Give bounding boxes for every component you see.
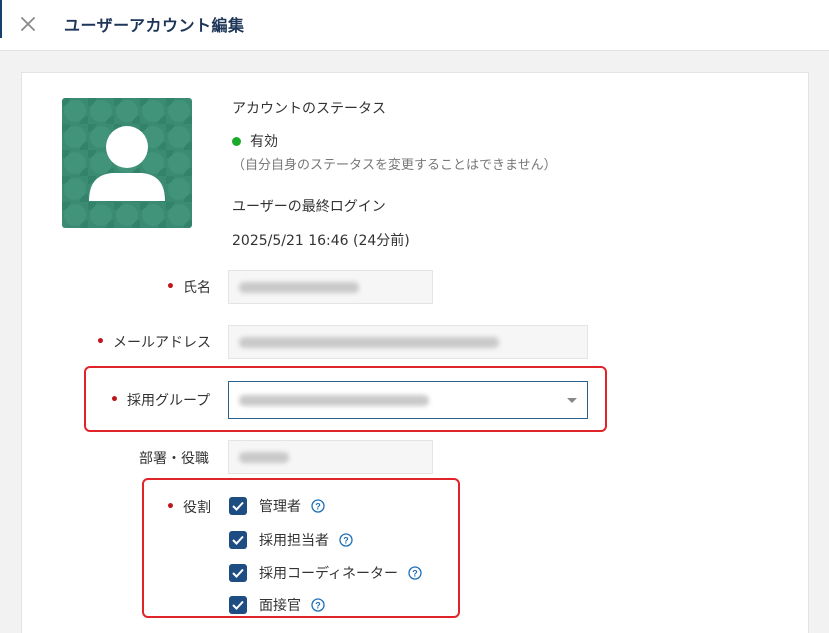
header-accent-strip: [0, 0, 2, 38]
status-value: 有効: [250, 134, 278, 150]
status-note: （自分自身のステータスを変更することはできません）: [232, 158, 557, 173]
group-select[interactable]: [228, 381, 588, 419]
last-login-heading: ユーザーの最終ログイン: [232, 199, 386, 215]
role-label: 管理者: [259, 499, 301, 515]
required-mark: •: [166, 499, 175, 515]
department-label-text: 部署・役職: [139, 451, 209, 467]
last-login-value: 2025/5/21 16:46 (24分前): [232, 233, 410, 249]
checkmark-icon: [232, 501, 244, 511]
role-label: 採用担当者: [259, 533, 329, 549]
page-title: ユーザーアカウント編集: [64, 16, 245, 35]
name-label-text: 氏名: [182, 280, 211, 296]
user-avatar-icon: [62, 98, 192, 228]
close-icon: [21, 17, 35, 31]
svg-text:?: ?: [412, 569, 418, 579]
role-label: 採用コーディネーター: [259, 566, 399, 582]
roles-label: • 役割: [166, 497, 211, 517]
checkbox-admin[interactable]: [229, 497, 247, 515]
group-label: • 採用グループ: [110, 390, 210, 410]
checkbox-interviewer[interactable]: [229, 596, 247, 614]
name-label: • 氏名: [166, 277, 211, 297]
email-label-text: メールアドレス: [112, 335, 211, 351]
close-button[interactable]: [18, 14, 38, 34]
role-item-admin[interactable]: 管理者 ?: [229, 496, 325, 516]
email-field[interactable]: [228, 325, 588, 359]
header-bar: ユーザーアカウント編集: [0, 0, 829, 51]
required-mark: •: [110, 392, 119, 408]
svg-text:?: ?: [315, 601, 321, 611]
email-value-blurred: [239, 337, 499, 348]
svg-text:?: ?: [315, 502, 321, 512]
group-label-text: 採用グループ: [126, 393, 211, 409]
department-value-blurred: [239, 452, 289, 463]
email-label: • メールアドレス: [96, 332, 211, 352]
help-icon[interactable]: ?: [408, 566, 422, 580]
help-icon[interactable]: ?: [339, 533, 353, 547]
chevron-down-icon: [567, 398, 577, 403]
name-value-blurred: [239, 282, 359, 293]
svg-text:?: ?: [343, 536, 349, 546]
department-field[interactable]: [228, 440, 433, 474]
checkmark-icon: [232, 568, 244, 578]
checkbox-coordinator[interactable]: [229, 564, 247, 582]
status-heading: アカウントのステータス: [232, 101, 386, 117]
name-field[interactable]: [228, 270, 433, 304]
checkmark-icon: [232, 535, 244, 545]
status-active-dot-icon: [232, 136, 241, 146]
required-mark: •: [96, 334, 105, 350]
avatar: [62, 98, 192, 228]
checkmark-icon: [232, 600, 244, 610]
role-label: 面接官: [259, 598, 301, 614]
roles-label-text: 役割: [182, 500, 211, 516]
checkbox-recruiter[interactable]: [229, 531, 247, 549]
help-icon[interactable]: ?: [311, 499, 325, 513]
role-item-interviewer[interactable]: 面接官 ?: [229, 595, 325, 615]
required-mark: •: [166, 279, 175, 295]
help-icon[interactable]: ?: [311, 598, 325, 612]
role-item-coordinator[interactable]: 採用コーディネーター ?: [229, 563, 422, 583]
department-label: 部署・役職: [139, 448, 209, 468]
status-row: 有効: [232, 131, 278, 151]
role-item-recruiter[interactable]: 採用担当者 ?: [229, 530, 353, 550]
group-value-blurred: [239, 395, 429, 406]
